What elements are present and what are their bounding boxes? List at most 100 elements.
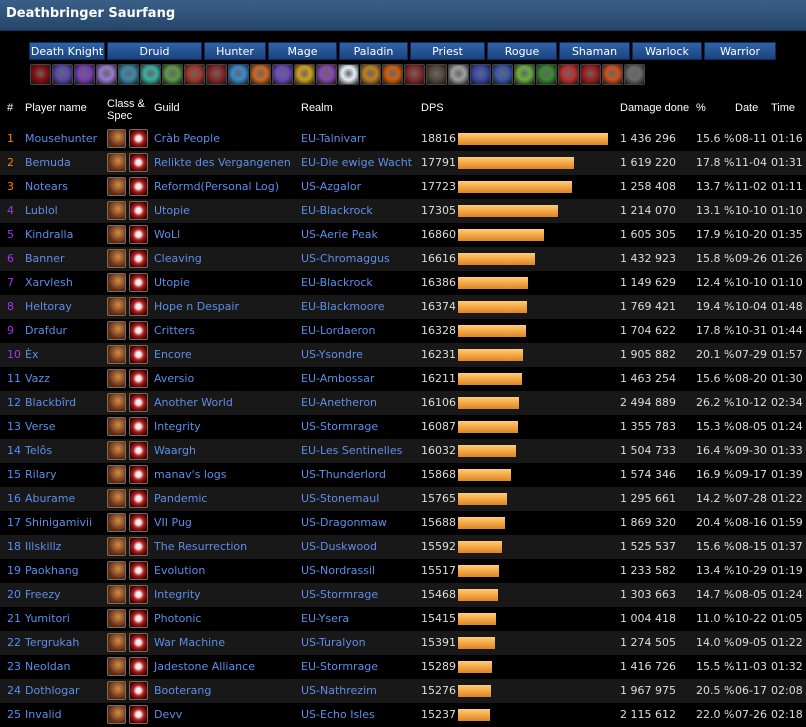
guild-link[interactable]: Integrity bbox=[154, 588, 201, 601]
player-name-link[interactable]: Invalid bbox=[25, 708, 62, 721]
player-name-link[interactable]: Heltoray bbox=[25, 300, 72, 313]
table-row[interactable]: 6 Banner Cleaving US-Chromaggus 16616 1 432 9… bbox=[0, 247, 806, 271]
spec-filter-icon[interactable] bbox=[448, 64, 469, 85]
guild-link[interactable]: Encore bbox=[154, 348, 192, 361]
realm-link[interactable]: EU-Blackmoore bbox=[301, 300, 385, 313]
player-name-link[interactable]: Rilary bbox=[25, 468, 57, 481]
table-row[interactable]: 14 Telôs Waargh EU-Les Sentinelles 16032 1 50… bbox=[0, 439, 806, 463]
spec-filter-icon[interactable] bbox=[162, 64, 183, 85]
spec-filter-icon[interactable] bbox=[228, 64, 249, 85]
header-time[interactable]: Time bbox=[771, 102, 795, 114]
spec-filter-icon[interactable] bbox=[250, 64, 271, 85]
spec-filter-icon[interactable] bbox=[140, 64, 161, 85]
player-name-link[interactable]: Drafdur bbox=[25, 324, 67, 337]
realm-link[interactable]: US-Duskwood bbox=[301, 540, 377, 553]
spec-filter-icon[interactable] bbox=[52, 64, 73, 85]
player-name-link[interactable]: Dothlogar bbox=[25, 684, 80, 697]
spec-filter-icon[interactable] bbox=[272, 64, 293, 85]
guild-link[interactable]: Cleaving bbox=[154, 252, 202, 265]
guild-link[interactable]: Evolution bbox=[154, 564, 205, 577]
class-tab-warlock[interactable]: Warlock bbox=[632, 42, 702, 60]
realm-link[interactable]: US-Nordrassil bbox=[301, 564, 375, 577]
realm-link[interactable]: EU-Ambossar bbox=[301, 372, 374, 385]
class-tab-rogue[interactable]: Rogue bbox=[487, 42, 557, 60]
player-name-link[interactable]: Blackbîrd bbox=[25, 396, 76, 409]
spec-filter-icon[interactable] bbox=[206, 64, 227, 85]
table-row[interactable]: 16 Aburame Pandemic US-Stonemaul 15765 1 295 … bbox=[0, 487, 806, 511]
header-guild[interactable]: Guild bbox=[154, 102, 180, 114]
spec-filter-icon[interactable] bbox=[74, 64, 95, 85]
table-row[interactable]: 8 Heltoray Hope n Despair EU-Blackmoore 1637… bbox=[0, 295, 806, 319]
spec-filter-icon[interactable] bbox=[30, 64, 51, 85]
guild-link[interactable]: Utopie bbox=[154, 204, 190, 217]
spec-filter-icon[interactable] bbox=[118, 64, 139, 85]
table-row[interactable]: 3 Notears Reformd(Personal Log) US-Azgalor 1… bbox=[0, 175, 806, 199]
realm-link[interactable]: US-Stormrage bbox=[301, 420, 378, 433]
guild-link[interactable]: Reformd(Personal Log) bbox=[154, 180, 279, 193]
table-row[interactable]: 12 Blackbîrd Another World EU-Anetheron 1610… bbox=[0, 391, 806, 415]
guild-link[interactable]: Devv bbox=[154, 708, 182, 721]
realm-link[interactable]: EU-Blackrock bbox=[301, 276, 373, 289]
realm-link[interactable]: US-Thunderlord bbox=[301, 468, 386, 481]
class-tab-death-knight[interactable]: Death Knight bbox=[29, 42, 105, 60]
player-name-link[interactable]: Mousehunter bbox=[25, 132, 97, 145]
guild-link[interactable]: Utopie bbox=[154, 276, 190, 289]
player-name-link[interactable]: Yumitori bbox=[25, 612, 70, 625]
table-row[interactable]: 22 Tergrukah War Machine US-Turalyon 15391 1 … bbox=[0, 631, 806, 655]
table-row[interactable]: 1 Mousehunter Cràb People EU-Talnivarr 18816… bbox=[0, 127, 806, 151]
realm-link[interactable]: EU-Stormrage bbox=[301, 660, 378, 673]
table-row[interactable]: 5 Kindralla WoLl US-Aerie Peak 16860 1 605 30… bbox=[0, 223, 806, 247]
realm-link[interactable]: US-Stonemaul bbox=[301, 492, 379, 505]
table-row[interactable]: 9 Drafdur Critters EU-Lordaeron 16328 1 704 6… bbox=[0, 319, 806, 343]
header-percent[interactable]: % bbox=[696, 102, 706, 114]
table-row[interactable]: 7 Xarvlesh Utopie EU-Blackrock 16386 1 149 62… bbox=[0, 271, 806, 295]
realm-link[interactable]: US-Azgalor bbox=[301, 180, 361, 193]
spec-filter-icon[interactable] bbox=[294, 64, 315, 85]
table-row[interactable]: 17 Shinigamivii VII Pug US-Dragonmaw 15688 1 … bbox=[0, 511, 806, 535]
spec-filter-icon[interactable] bbox=[404, 64, 425, 85]
guild-link[interactable]: Hope n Despair bbox=[154, 300, 239, 313]
spec-filter-icon[interactable] bbox=[580, 64, 601, 85]
guild-link[interactable]: manav's logs bbox=[154, 468, 226, 481]
class-tab-paladin[interactable]: Paladin bbox=[339, 42, 408, 60]
guild-link[interactable]: Waargh bbox=[154, 444, 196, 457]
class-tab-priest[interactable]: Priest bbox=[410, 42, 485, 60]
header-damage-done[interactable]: Damage done bbox=[620, 102, 689, 114]
player-name-link[interactable]: Telôs bbox=[25, 444, 52, 457]
spec-filter-icon[interactable] bbox=[492, 64, 513, 85]
player-name-link[interactable]: Kindralla bbox=[25, 228, 73, 241]
player-name-link[interactable]: Banner bbox=[25, 252, 65, 265]
player-name-link[interactable]: Freezy bbox=[25, 588, 61, 601]
table-row[interactable]: 15 Rilary manav's logs US-Thunderlord 15868 1… bbox=[0, 463, 806, 487]
guild-link[interactable]: The Resurrection bbox=[154, 540, 247, 553]
spec-filter-icon[interactable] bbox=[96, 64, 117, 85]
class-tab-warrior[interactable]: Warrior bbox=[704, 42, 776, 60]
realm-link[interactable]: US-Nathrezim bbox=[301, 684, 377, 697]
realm-link[interactable]: US-Aerie Peak bbox=[301, 228, 378, 241]
table-row[interactable]: 18 Illskillz The Resurrection US-Duskwood 15… bbox=[0, 535, 806, 559]
guild-link[interactable]: Critters bbox=[154, 324, 195, 337]
table-row[interactable]: 23 Neoldan Jadestone Alliance EU-Stormrage 1… bbox=[0, 655, 806, 679]
realm-link[interactable]: US-Turalyon bbox=[301, 636, 366, 649]
header-realm[interactable]: Realm bbox=[301, 102, 333, 114]
table-row[interactable]: 13 Verse Integrity US-Stormrage 16087 1 355 7… bbox=[0, 415, 806, 439]
realm-link[interactable]: EU-Les Sentinelles bbox=[301, 444, 402, 457]
player-name-link[interactable]: Shinigamivii bbox=[25, 516, 92, 529]
header-date[interactable]: Date bbox=[735, 102, 758, 114]
class-tab-shaman[interactable]: Shaman bbox=[559, 42, 630, 60]
realm-link[interactable]: EU-Talnivarr bbox=[301, 132, 366, 145]
player-name-link[interactable]: Vazz bbox=[25, 372, 50, 385]
table-row[interactable]: 20 Freezy Integrity US-Stormrage 15468 1 303 … bbox=[0, 583, 806, 607]
player-name-link[interactable]: Lublol bbox=[25, 204, 58, 217]
realm-link[interactable]: US-Stormrage bbox=[301, 588, 378, 601]
table-row[interactable]: 10 Èx Encore US-Ysondre 16231 1 905 882 20.1 %… bbox=[0, 343, 806, 367]
header-player[interactable]: Player name bbox=[25, 102, 87, 114]
guild-link[interactable]: Photonic bbox=[154, 612, 201, 625]
class-tab-mage[interactable]: Mage bbox=[268, 42, 337, 60]
guild-link[interactable]: War Machine bbox=[154, 636, 225, 649]
table-row[interactable]: 11 Vazz Aversio EU-Ambossar 16211 1 463 254 15… bbox=[0, 367, 806, 391]
spec-filter-icon[interactable] bbox=[316, 64, 337, 85]
spec-filter-icon[interactable] bbox=[536, 64, 557, 85]
spec-filter-icon[interactable] bbox=[558, 64, 579, 85]
player-name-link[interactable]: Xarvlesh bbox=[25, 276, 73, 289]
